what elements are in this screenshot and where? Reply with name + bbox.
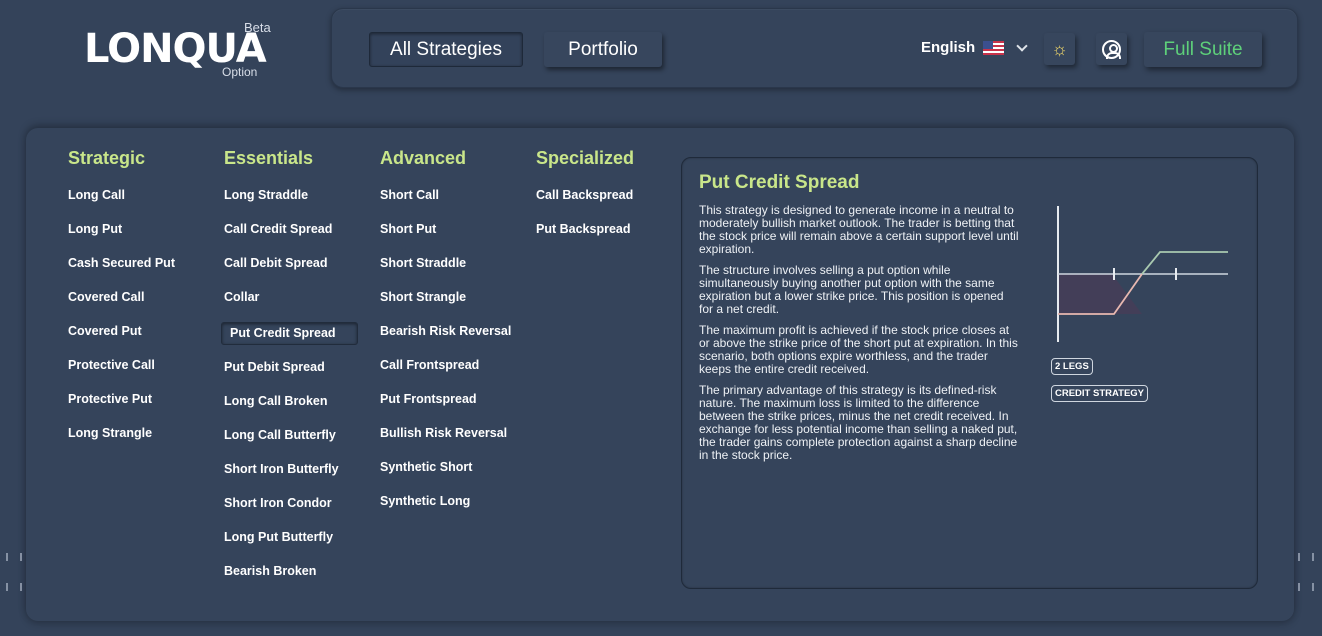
tab-all-strategies[interactable]: All Strategies — [369, 32, 523, 67]
strategy-item[interactable]: Long Call Broken — [224, 394, 358, 428]
edge-mark — [1298, 553, 1300, 561]
legs-badge: 2 LEGS — [1051, 358, 1093, 375]
description-paragraph: The structure involves selling a put opt… — [699, 263, 1004, 316]
flag-us-icon — [983, 40, 1005, 55]
strategy-item[interactable]: Covered Put — [68, 324, 175, 358]
column-heading: Specialized — [536, 148, 635, 168]
logo-beta-badge: Beta — [244, 20, 271, 35]
strategy-item[interactable]: Synthetic Long — [380, 494, 511, 528]
strategy-item[interactable]: Short Iron Condor — [224, 496, 358, 530]
strategy-item[interactable]: Call Backspread — [536, 188, 634, 222]
strategy-item[interactable]: Put Backspread — [536, 222, 634, 256]
strategy-item[interactable]: Collar — [224, 290, 358, 324]
strategy-item[interactable]: Long Straddle — [224, 188, 358, 222]
full-suite-button[interactable]: Full Suite — [1144, 32, 1262, 67]
strategy-item[interactable]: Call Frontspread — [380, 358, 511, 392]
payoff-profit-line — [1141, 251, 1228, 275]
strategy-item[interactable]: Bearish Broken — [224, 564, 358, 598]
column-essentials: Essentials Long Straddle Call Credit Spr… — [221, 148, 358, 598]
column-heading: Essentials — [224, 148, 314, 168]
strategy-item[interactable]: Short Call — [380, 188, 511, 222]
logo-subtitle: Option — [222, 65, 258, 79]
strategy-item[interactable]: Long Put — [68, 222, 175, 256]
description-paragraph: The primary advantage of this strategy i… — [699, 383, 1018, 462]
strategy-item[interactable]: Bearish Risk Reversal — [380, 324, 511, 358]
strategy-item[interactable]: Cash Secured Put — [68, 256, 175, 290]
strategy-item[interactable]: Call Debit Spread — [224, 256, 358, 290]
edge-mark — [20, 553, 22, 561]
chevron-down-icon — [1016, 39, 1028, 52]
strategy-item[interactable]: Long Call — [68, 188, 175, 222]
strategy-item[interactable]: Bullish Risk Reversal — [380, 426, 511, 460]
strategies-panel: Strategic Long Call Long Put Cash Secure… — [26, 128, 1294, 621]
edge-mark — [1312, 583, 1314, 591]
strategy-item[interactable]: Synthetic Short — [380, 460, 511, 494]
strategy-item-selected[interactable]: Put Credit Spread — [221, 322, 358, 345]
credit-strategy-badge: CREDIT STRATEGY — [1051, 385, 1149, 402]
description-paragraph: This strategy is designed to generate in… — [699, 203, 1019, 256]
strategy-item[interactable]: Protective Put — [68, 392, 175, 426]
edge-mark — [1298, 583, 1300, 591]
column-specialized: Specialized Call Backspread Put Backspre… — [536, 148, 634, 256]
strategy-item[interactable]: Short Straddle — [380, 256, 511, 290]
sun-icon: ☼ — [1051, 38, 1068, 59]
strategy-item[interactable]: Short Strangle — [380, 290, 511, 324]
strategy-item[interactable]: Short Iron Butterfly — [224, 462, 358, 496]
strategy-title: Put Credit Spread — [699, 172, 860, 193]
strategy-item[interactable]: Put Frontspread — [380, 392, 511, 426]
language-selector[interactable]: English — [921, 39, 1028, 56]
top-navigation-bar: All Strategies Portfolio English ☼ Full … — [331, 8, 1298, 88]
strategy-item[interactable]: Put Debit Spread — [224, 360, 358, 394]
strategy-item[interactable]: Covered Call — [68, 290, 175, 324]
strategy-item[interactable]: Long Strangle — [68, 426, 175, 460]
edge-mark — [1312, 553, 1314, 561]
strategy-item[interactable]: Long Put Butterfly — [224, 530, 358, 564]
strategy-item[interactable]: Protective Call — [68, 358, 175, 392]
language-label: English — [921, 39, 976, 56]
tab-portfolio[interactable]: Portfolio — [544, 32, 662, 67]
user-icon — [1102, 39, 1121, 59]
column-heading: Advanced — [380, 148, 467, 168]
edge-mark — [20, 583, 22, 591]
strategy-item[interactable]: Call Credit Spread — [224, 222, 358, 256]
description-paragraph: The maximum profit is achieved if the st… — [699, 323, 1018, 376]
edge-mark — [6, 553, 8, 561]
strategy-item[interactable]: Short Put — [380, 222, 511, 256]
column-advanced: Advanced Short Call Short Put Short Stra… — [380, 148, 511, 528]
strategy-item[interactable]: Long Call Butterfly — [224, 428, 358, 462]
strategy-description: This strategy is designed to generate in… — [699, 204, 1019, 470]
theme-toggle-button[interactable]: ☼ — [1044, 33, 1075, 65]
account-button[interactable] — [1096, 33, 1127, 65]
column-strategic: Strategic Long Call Long Put Cash Secure… — [68, 148, 175, 460]
payoff-diagram — [1057, 206, 1228, 342]
loss-area — [1058, 274, 1142, 314]
edge-mark — [6, 583, 8, 591]
column-heading: Strategic — [68, 148, 146, 168]
strategy-detail-card: Put Credit Spread This strategy is desig… — [681, 157, 1258, 589]
app-logo[interactable]: LONQUA Beta Option — [84, 20, 274, 82]
